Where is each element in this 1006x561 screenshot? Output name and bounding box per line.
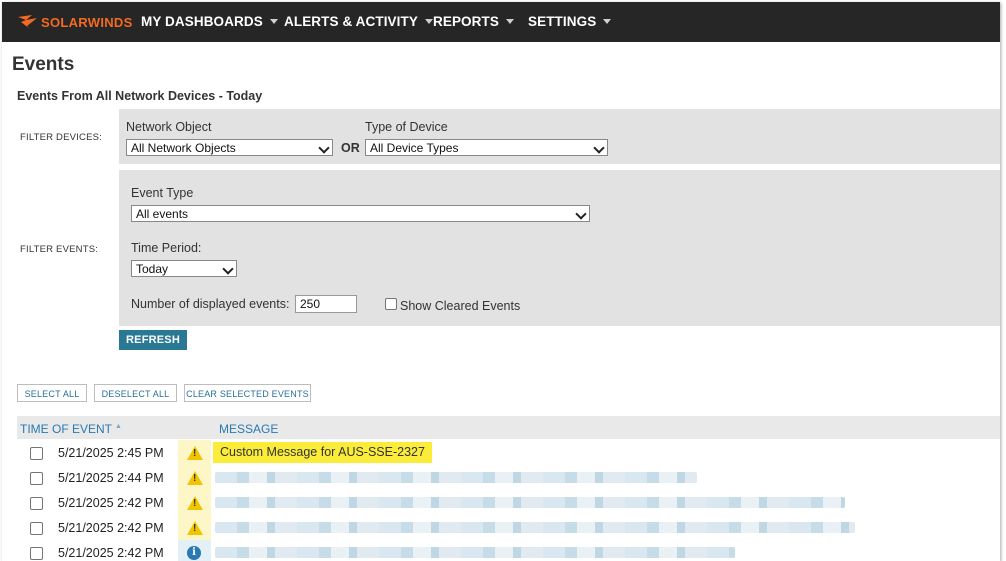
chevron-down-icon <box>593 142 605 154</box>
event-message-redacted[interactable] <box>215 547 735 558</box>
nav-my-dashboards[interactable]: MY DASHBOARDS <box>141 14 278 29</box>
show-cleared-label[interactable]: Show Cleared Events <box>400 299 520 313</box>
deselect-all-button[interactable]: DESELECT ALL <box>94 384 177 402</box>
event-type-label: Event Type <box>131 186 194 200</box>
caret-down-icon <box>424 18 433 24</box>
table-row[interactable]: 5/21/2025 2:44 PM ! <box>17 465 1000 490</box>
table-row[interactable]: 5/21/2025 2:42 PM ! <box>17 490 1000 515</box>
event-type-select[interactable]: All events <box>131 205 590 222</box>
event-time: 5/21/2025 2:42 PM <box>58 496 164 510</box>
nav-alerts-activity[interactable]: ALERTS & ACTIVITY <box>284 14 433 29</box>
nav-settings[interactable]: SETTINGS <box>528 14 612 29</box>
row-checkbox[interactable] <box>30 497 43 510</box>
time-period-select[interactable]: Today <box>131 260 237 277</box>
nav-label: MY DASHBOARDS <box>141 14 263 29</box>
solarwinds-logo[interactable]: SOLARWINDS <box>18 12 133 32</box>
num-events-input[interactable]: 250 <box>295 295 357 313</box>
info-icon: i <box>187 546 201 560</box>
warning-mark: ! <box>193 473 197 484</box>
num-events-label: Number of displayed events: <box>131 297 290 311</box>
column-time-of-event[interactable]: TIME OF EVENT <box>20 422 112 436</box>
device-type-label: Type of Device <box>365 120 448 134</box>
clear-selected-events-button[interactable]: CLEAR SELECTED EVENTS <box>184 384 311 402</box>
events-page: SOLARWINDS MY DASHBOARDS ALERTS & ACTIVI… <box>2 2 1000 561</box>
event-time: 5/21/2025 2:44 PM <box>58 471 164 485</box>
filter-events-label: FILTER EVENTS: <box>20 244 99 255</box>
network-object-select[interactable]: All Network Objects <box>126 139 333 156</box>
severity-cell: ! <box>178 440 211 465</box>
severity-cell: ! <box>178 465 211 490</box>
select-all-button[interactable]: SELECT ALL <box>17 384 87 402</box>
show-cleared-checkbox[interactable] <box>385 298 397 310</box>
event-time: 5/21/2025 2:42 PM <box>58 546 164 560</box>
or-label: OR <box>341 141 360 155</box>
events-table-header: TIME OF EVENT ▲ MESSAGE <box>17 416 1000 439</box>
caret-down-icon <box>505 18 514 24</box>
table-row[interactable]: 5/21/2025 2:42 PM i <box>17 540 1000 561</box>
refresh-button[interactable]: REFRESH <box>119 330 187 350</box>
event-time: 5/21/2025 2:45 PM <box>58 446 164 460</box>
severity-cell: ! <box>178 490 211 515</box>
top-navigation-bar: SOLARWINDS MY DASHBOARDS ALERTS & ACTIVI… <box>2 2 1000 42</box>
solarwinds-flame-icon <box>18 15 37 29</box>
nav-label: REPORTS <box>433 14 499 29</box>
chevron-down-icon <box>222 263 234 275</box>
device-type-select[interactable]: All Device Types <box>365 139 608 156</box>
event-message-redacted[interactable] <box>215 497 845 508</box>
table-row[interactable]: 5/21/2025 2:45 PM ! Custom Message for A… <box>17 440 1000 465</box>
page-subtitle: Events From All Network Devices - Today <box>17 89 263 103</box>
warning-mark: ! <box>193 448 197 459</box>
row-checkbox[interactable] <box>30 472 43 485</box>
filter-events-panel: Event Type All events Time Period: Today… <box>119 170 1000 326</box>
warning-mark: ! <box>193 523 197 534</box>
select-value: All events <box>136 207 189 221</box>
time-period-label: Time Period: <box>131 241 202 255</box>
sort-icon[interactable]: ▲ <box>115 423 122 430</box>
table-row[interactable]: 5/21/2025 2:42 PM ! <box>17 515 1000 540</box>
event-time: 5/21/2025 2:42 PM <box>58 521 164 535</box>
event-message[interactable]: Custom Message for AUS-SSE-2327 <box>213 442 432 463</box>
network-object-label: Network Object <box>126 120 212 134</box>
chevron-down-icon <box>575 208 587 220</box>
row-checkbox[interactable] <box>30 547 43 560</box>
warning-mark: ! <box>193 498 197 509</box>
severity-cell: ! <box>178 515 211 540</box>
event-message-redacted[interactable] <box>215 472 697 483</box>
nav-reports[interactable]: REPORTS <box>433 14 514 29</box>
chevron-down-icon <box>318 142 330 154</box>
nav-label: ALERTS & ACTIVITY <box>284 14 418 29</box>
logo-text: SOLARWINDS <box>41 14 133 30</box>
nav-label: SETTINGS <box>528 14 597 29</box>
caret-down-icon <box>269 18 278 24</box>
select-value: All Device Types <box>370 141 459 155</box>
select-value: All Network Objects <box>131 141 236 155</box>
select-value: Today <box>136 262 169 276</box>
row-checkbox[interactable] <box>30 447 43 460</box>
event-message-redacted[interactable] <box>215 522 855 533</box>
page-title: Events <box>12 54 75 75</box>
severity-cell: i <box>178 540 211 561</box>
caret-down-icon <box>603 18 612 24</box>
filter-devices-label: FILTER DEVICES: <box>20 132 103 143</box>
column-message[interactable]: MESSAGE <box>219 422 278 436</box>
filter-devices-panel: Network Object All Network Objects OR Ty… <box>119 109 1000 164</box>
row-checkbox[interactable] <box>30 522 43 535</box>
